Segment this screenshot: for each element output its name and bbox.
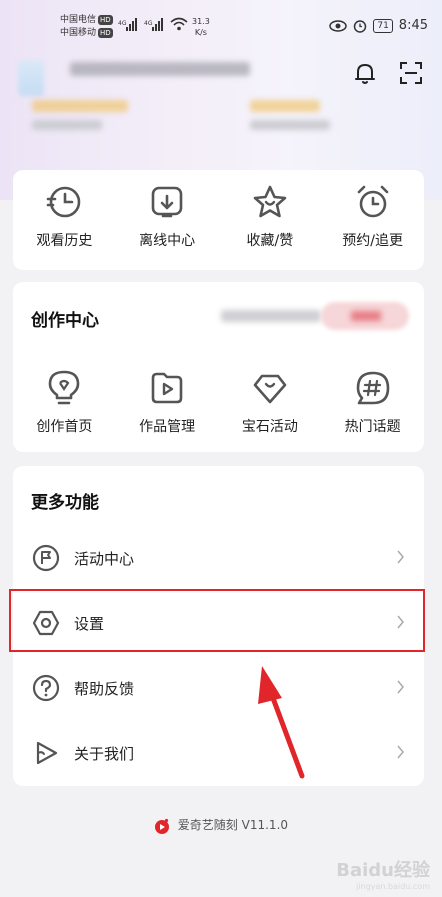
creation-center-grid: 创作首页 作品管理 宝石活动 热门话题: [13, 368, 424, 436]
eye-icon: [329, 19, 348, 32]
quick-actions-grid: 观看历史 离线中心 收藏/赞 预约/追更: [13, 182, 424, 250]
carrier-info: 中国电信 HD 中国移动 HD: [60, 14, 113, 40]
menu-item-label: 帮助反馈: [74, 679, 135, 698]
alarm-icon: [354, 19, 367, 33]
profile-header: [0, 52, 442, 102]
creation-item-label: 宝石活动: [241, 419, 298, 435]
quick-action-label: 收藏/赞: [246, 233, 294, 249]
works-management[interactable]: 作品管理: [116, 368, 219, 436]
chevron-right-icon: [397, 680, 404, 694]
carrier-1-label: 中国电信: [60, 15, 97, 25]
hd-badge: HD: [98, 28, 113, 38]
stat-blurred: [250, 100, 350, 132]
watermark-text: Baidu经验: [336, 860, 430, 881]
watermark-url: jingyan.baidu.com: [356, 882, 430, 891]
menu-item-about-us[interactable]: 关于我们: [13, 725, 424, 781]
svg-text:4G: 4G: [118, 20, 127, 27]
carrier-2-label: 中国移动: [60, 28, 97, 38]
menu-item-label: 活动中心: [74, 549, 135, 568]
signal-icon: 4G: [118, 18, 137, 31]
flag-icon: [32, 544, 60, 572]
clock: 8:45: [398, 18, 428, 33]
history-icon: [47, 186, 81, 218]
quick-action-label: 观看历史: [36, 233, 93, 249]
chevron-right-icon: [397, 745, 404, 759]
battery-indicator: 71: [373, 18, 393, 33]
play-icon: [36, 741, 58, 765]
avatar[interactable]: [18, 60, 44, 96]
hd-badge: HD: [98, 15, 113, 25]
video-folder-icon: [151, 372, 183, 404]
hashtag-icon: [356, 371, 389, 405]
download-icon: [151, 186, 183, 218]
watermark: Baidu经验 jingyan.baidu.com: [336, 856, 430, 891]
menu-item-label: 关于我们: [74, 744, 135, 763]
creation-item-label: 热门话题: [344, 419, 401, 435]
star-icon: [253, 185, 287, 218]
status-bar: 中国电信 HD 中国移动 HD 4G 4G 31.3 K/s 71 8:45: [0, 10, 442, 42]
app-version-footer: 爱奇艺随刻 V11.1.0: [0, 816, 442, 834]
gem-icon: [253, 374, 287, 404]
lightbulb-icon: [49, 370, 80, 405]
creation-center-title: 创作中心: [31, 311, 99, 331]
quick-action-subscriptions[interactable]: 预约/追更: [321, 182, 424, 250]
signal-icon: 4G: [144, 18, 163, 31]
creation-item-label: 作品管理: [139, 419, 196, 435]
bell-icon[interactable]: [352, 60, 378, 86]
quick-action-label: 离线中心: [139, 233, 196, 249]
quick-action-offline-center[interactable]: 离线中心: [116, 182, 219, 250]
quick-action-favorites[interactable]: 收藏/赞: [219, 182, 322, 250]
creation-item-label: 创作首页: [36, 419, 93, 435]
more-features-title: 更多功能: [31, 493, 99, 513]
annotation-arrow: [258, 666, 305, 779]
network-speed: 31.3 K/s: [192, 17, 210, 37]
wifi-icon: [170, 17, 188, 31]
gem-activity[interactable]: 宝石活动: [219, 368, 322, 436]
username-blurred[interactable]: [70, 62, 250, 76]
status-right: 71 8:45: [329, 18, 428, 33]
question-icon: [32, 674, 60, 702]
hot-topics[interactable]: 热门话题: [321, 368, 424, 436]
creator-stat-blurred: [221, 310, 321, 322]
stat-blurred: [32, 100, 132, 132]
settings-highlight-box: [9, 589, 425, 652]
scan-icon[interactable]: [398, 60, 424, 86]
app-version: V11.1.0: [241, 818, 289, 832]
alarm-clock-icon: [357, 185, 388, 218]
chevron-right-icon: [397, 550, 404, 564]
menu-item-activity-center[interactable]: 活动中心: [13, 530, 424, 586]
app-logo-icon: [154, 818, 169, 834]
quick-action-label: 预约/追更: [342, 233, 403, 249]
creation-center-card: 创作中心 创作首页 作品管理 宝石活动 热门话题: [13, 282, 424, 452]
menu-item-help-feedback[interactable]: 帮助反馈: [13, 660, 424, 716]
app-name: 爱奇艺随刻: [177, 818, 238, 832]
quick-action-watch-history[interactable]: 观看历史: [13, 182, 116, 250]
creator-button-blurred[interactable]: [321, 302, 409, 330]
creation-home[interactable]: 创作首页: [13, 368, 116, 436]
quick-actions-card: 观看历史 离线中心 收藏/赞 预约/追更: [13, 170, 424, 270]
svg-text:4G: 4G: [144, 20, 153, 27]
